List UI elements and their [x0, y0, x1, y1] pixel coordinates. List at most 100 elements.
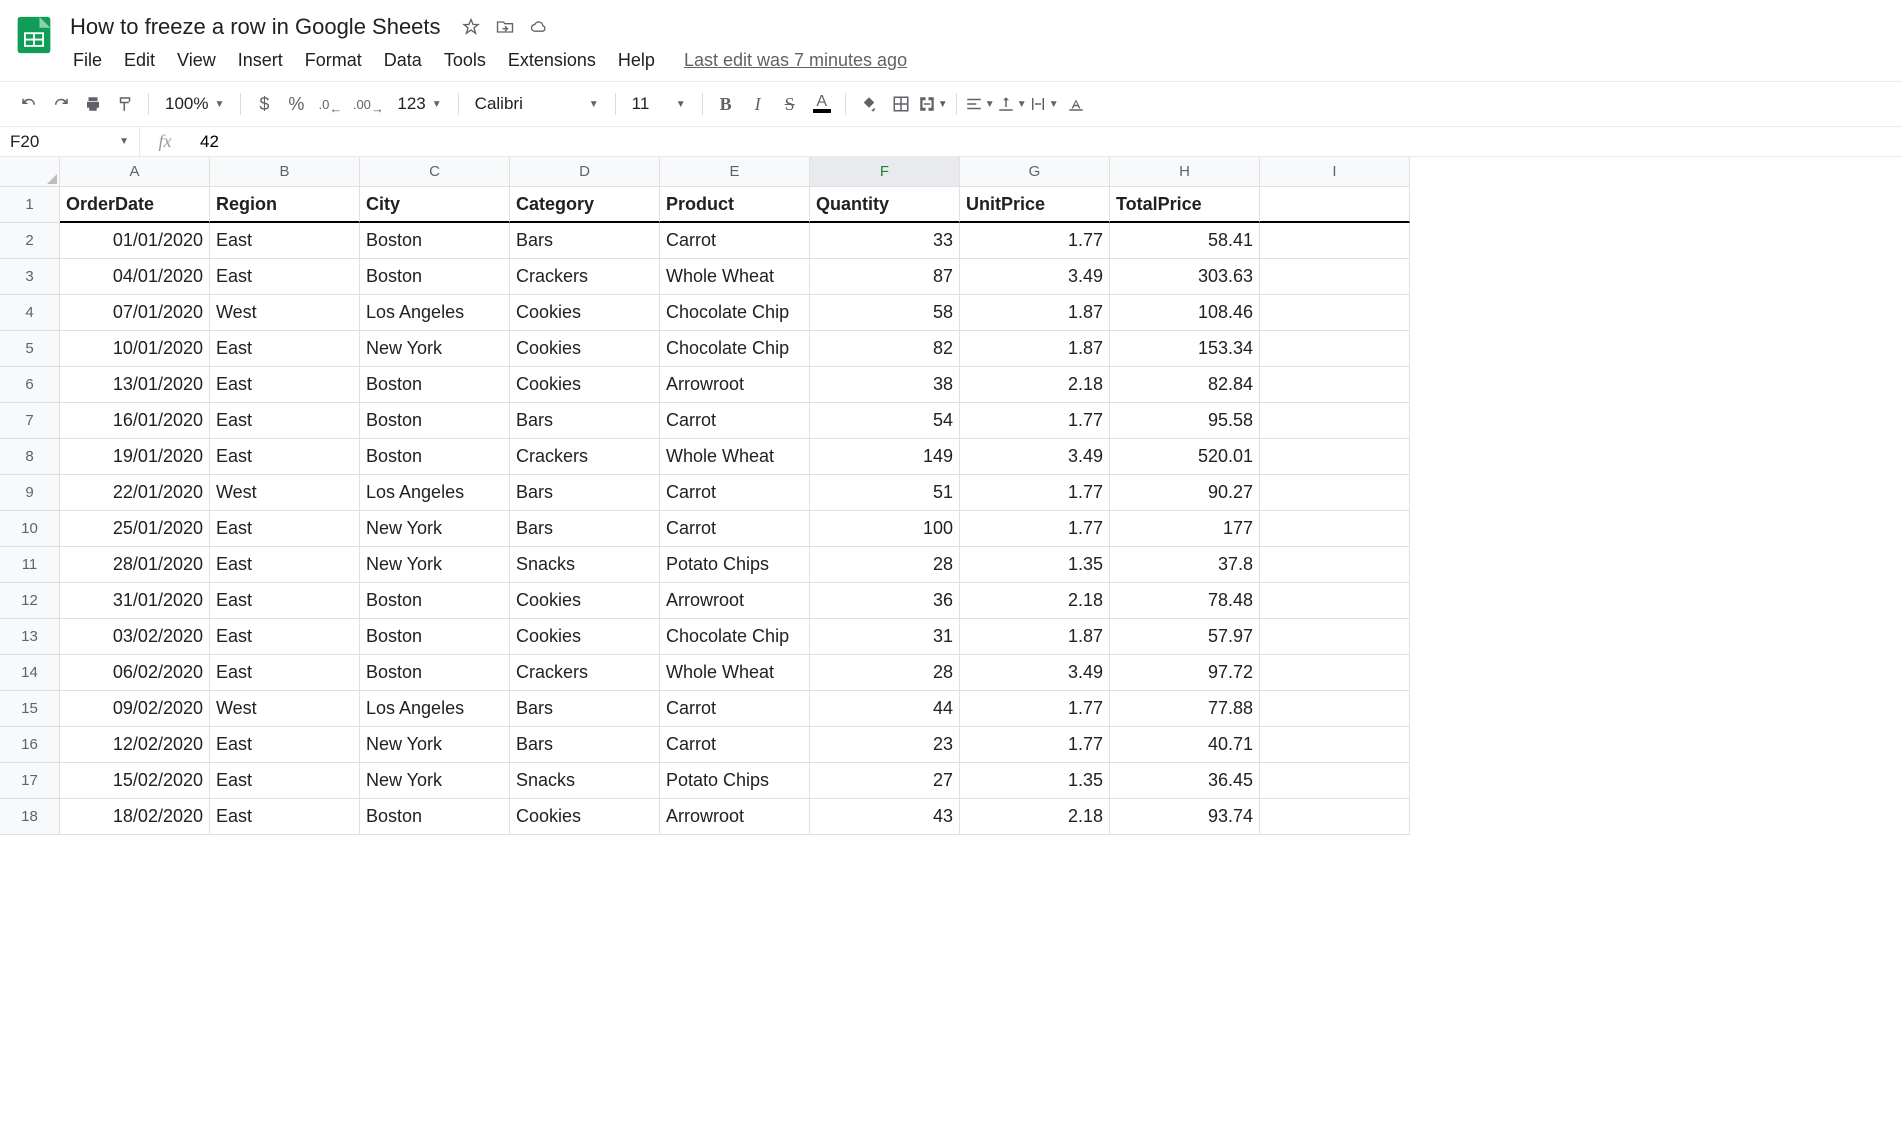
cell[interactable]: Snacks — [510, 763, 660, 799]
cell[interactable]: East — [210, 727, 360, 763]
cell[interactable] — [1260, 547, 1410, 583]
cell[interactable]: New York — [360, 511, 510, 547]
cell[interactable]: Los Angeles — [360, 295, 510, 331]
cell[interactable]: Boston — [360, 367, 510, 403]
cell[interactable]: 40.71 — [1110, 727, 1260, 763]
cell[interactable]: 93.74 — [1110, 799, 1260, 835]
menu-edit[interactable]: Edit — [115, 46, 164, 75]
star-icon[interactable] — [461, 17, 481, 37]
cell[interactable] — [1260, 187, 1410, 223]
cell[interactable] — [1260, 223, 1410, 259]
cell[interactable]: 1.77 — [960, 403, 1110, 439]
menu-insert[interactable]: Insert — [229, 46, 292, 75]
cell[interactable]: East — [210, 763, 360, 799]
cell[interactable]: 2.18 — [960, 583, 1110, 619]
column-header-A[interactable]: A — [60, 157, 210, 187]
paint-format-button[interactable] — [110, 89, 140, 119]
row-header[interactable]: 6 — [0, 367, 60, 403]
cell[interactable]: 95.58 — [1110, 403, 1260, 439]
font-family-dropdown[interactable]: Calibri▼ — [467, 94, 607, 114]
cell[interactable]: 28 — [810, 547, 960, 583]
cell[interactable]: Cookies — [510, 367, 660, 403]
cell[interactable]: 13/01/2020 — [60, 367, 210, 403]
row-header[interactable]: 4 — [0, 295, 60, 331]
row-header[interactable]: 17 — [0, 763, 60, 799]
cell[interactable]: 58 — [810, 295, 960, 331]
cell[interactable]: Cookies — [510, 295, 660, 331]
print-button[interactable] — [78, 89, 108, 119]
cell[interactable]: Potato Chips — [660, 547, 810, 583]
cell[interactable]: 1.77 — [960, 475, 1110, 511]
cell[interactable]: UnitPrice — [960, 187, 1110, 223]
cell[interactable]: 1.77 — [960, 691, 1110, 727]
cell[interactable]: Boston — [360, 619, 510, 655]
cell[interactable]: Arrowroot — [660, 583, 810, 619]
cell[interactable]: 16/01/2020 — [60, 403, 210, 439]
cell[interactable]: Cookies — [510, 799, 660, 835]
cell[interactable]: East — [210, 403, 360, 439]
cell[interactable]: West — [210, 475, 360, 511]
cell[interactable]: East — [210, 655, 360, 691]
cell[interactable]: Chocolate Chip — [660, 295, 810, 331]
cell[interactable]: Whole Wheat — [660, 655, 810, 691]
cell[interactable]: 77.88 — [1110, 691, 1260, 727]
cell[interactable]: Carrot — [660, 223, 810, 259]
cell[interactable]: 1.87 — [960, 619, 1110, 655]
cell[interactable] — [1260, 439, 1410, 475]
cell[interactable]: City — [360, 187, 510, 223]
cell[interactable]: 06/02/2020 — [60, 655, 210, 691]
text-color-button[interactable]: A — [807, 89, 837, 119]
cell[interactable] — [1260, 727, 1410, 763]
cell[interactable]: New York — [360, 331, 510, 367]
row-header[interactable]: 7 — [0, 403, 60, 439]
column-header-B[interactable]: B — [210, 157, 360, 187]
cell[interactable]: 82.84 — [1110, 367, 1260, 403]
cell[interactable]: Snacks — [510, 547, 660, 583]
column-header-F[interactable]: F — [810, 157, 960, 187]
cell[interactable]: New York — [360, 547, 510, 583]
cell[interactable]: 28 — [810, 655, 960, 691]
cell[interactable]: 28/01/2020 — [60, 547, 210, 583]
row-header[interactable]: 13 — [0, 619, 60, 655]
cell[interactable] — [1260, 763, 1410, 799]
cell[interactable]: 01/01/2020 — [60, 223, 210, 259]
cell[interactable]: Carrot — [660, 511, 810, 547]
percent-button[interactable]: % — [281, 89, 311, 119]
cell[interactable]: Cookies — [510, 331, 660, 367]
cell[interactable]: 177 — [1110, 511, 1260, 547]
cell[interactable]: East — [210, 511, 360, 547]
last-edit-link[interactable]: Last edit was 7 minutes ago — [684, 50, 907, 71]
row-header[interactable]: 16 — [0, 727, 60, 763]
row-header[interactable]: 12 — [0, 583, 60, 619]
font-size-dropdown[interactable]: 11▼ — [624, 94, 694, 114]
cell[interactable]: 19/01/2020 — [60, 439, 210, 475]
row-header[interactable]: 2 — [0, 223, 60, 259]
fill-color-button[interactable] — [854, 89, 884, 119]
cell[interactable]: 153.34 — [1110, 331, 1260, 367]
cell[interactable]: 1.87 — [960, 331, 1110, 367]
cell[interactable] — [1260, 655, 1410, 691]
cell[interactable]: 31 — [810, 619, 960, 655]
column-header-I[interactable]: I — [1260, 157, 1410, 187]
cell[interactable] — [1260, 799, 1410, 835]
bold-button[interactable]: B — [711, 89, 741, 119]
cell[interactable]: Bars — [510, 727, 660, 763]
cell[interactable] — [1260, 367, 1410, 403]
cell[interactable]: Crackers — [510, 655, 660, 691]
cell[interactable]: Potato Chips — [660, 763, 810, 799]
cell[interactable] — [1260, 619, 1410, 655]
cell[interactable]: Arrowroot — [660, 367, 810, 403]
row-header[interactable]: 15 — [0, 691, 60, 727]
cell[interactable]: Boston — [360, 403, 510, 439]
cell[interactable]: East — [210, 331, 360, 367]
cell[interactable]: 18/02/2020 — [60, 799, 210, 835]
cell[interactable]: Chocolate Chip — [660, 331, 810, 367]
cell[interactable]: East — [210, 439, 360, 475]
cell[interactable]: East — [210, 547, 360, 583]
cell[interactable]: Carrot — [660, 691, 810, 727]
cell[interactable]: 82 — [810, 331, 960, 367]
redo-button[interactable] — [46, 89, 76, 119]
borders-button[interactable] — [886, 89, 916, 119]
cell[interactable]: Los Angeles — [360, 691, 510, 727]
cell[interactable]: 2.18 — [960, 799, 1110, 835]
